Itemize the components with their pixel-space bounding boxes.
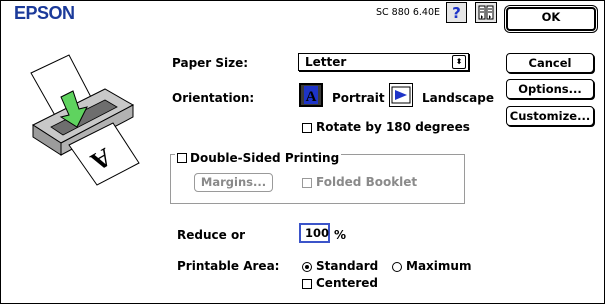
centered-label[interactable]: Centered bbox=[316, 276, 378, 290]
reduce-label: Reduce or bbox=[177, 228, 246, 242]
rotate-180-label[interactable]: Rotate by 180 degrees bbox=[316, 120, 470, 134]
cancel-button[interactable]: Cancel bbox=[506, 53, 594, 73]
help-icon: ? bbox=[452, 3, 461, 22]
margins-button-label: Margins... bbox=[200, 175, 267, 189]
utility-button[interactable] bbox=[475, 2, 497, 23]
orientation-label: Orientation: bbox=[172, 91, 255, 105]
printer-illustration: A bbox=[30, 54, 140, 186]
standard-radio[interactable] bbox=[302, 262, 312, 272]
ok-button[interactable]: OK bbox=[506, 7, 596, 31]
rotate-180-checkbox[interactable] bbox=[302, 123, 312, 133]
help-button[interactable]: ? bbox=[446, 2, 467, 23]
portrait-label[interactable]: Portrait bbox=[332, 91, 385, 105]
maximum-label[interactable]: Maximum bbox=[406, 259, 471, 273]
portrait-icon[interactable]: A bbox=[299, 83, 323, 107]
folded-booklet-checkbox bbox=[302, 178, 312, 188]
double-sided-title: Double-Sided Printing bbox=[175, 147, 342, 166]
standard-label[interactable]: Standard bbox=[316, 259, 378, 273]
landscape-icon[interactable] bbox=[389, 83, 413, 107]
maximum-radio[interactable] bbox=[392, 262, 402, 272]
paper-size-select[interactable]: Letter ⬍ bbox=[298, 53, 469, 71]
page-setup-dialog: EPSON SC 880 6.40E ? OK Cancel Options..… bbox=[0, 0, 605, 304]
paper-size-label: Paper Size: bbox=[172, 56, 249, 70]
customize-button[interactable]: Customize... bbox=[506, 106, 594, 126]
utility-icon bbox=[478, 5, 494, 20]
percent-unit: % bbox=[334, 228, 347, 242]
select-arrows-icon: ⬍ bbox=[452, 55, 466, 69]
printable-area-label: Printable Area: bbox=[177, 259, 280, 273]
folded-booklet-label: Folded Booklet bbox=[316, 175, 418, 189]
svg-text:A: A bbox=[306, 89, 317, 105]
centered-checkbox[interactable] bbox=[302, 279, 312, 289]
double-sided-label[interactable]: Double-Sided Printing bbox=[190, 151, 339, 165]
epson-logo: EPSON bbox=[14, 3, 75, 23]
landscape-label[interactable]: Landscape bbox=[422, 91, 494, 105]
driver-version: SC 880 6.40E bbox=[376, 7, 440, 18]
reduce-percent-input[interactable]: 100 bbox=[299, 223, 330, 243]
double-sided-checkbox[interactable] bbox=[177, 153, 187, 163]
margins-button: Margins... bbox=[194, 173, 273, 192]
paper-size-value: Letter bbox=[305, 55, 347, 69]
options-button[interactable]: Options... bbox=[506, 79, 594, 99]
